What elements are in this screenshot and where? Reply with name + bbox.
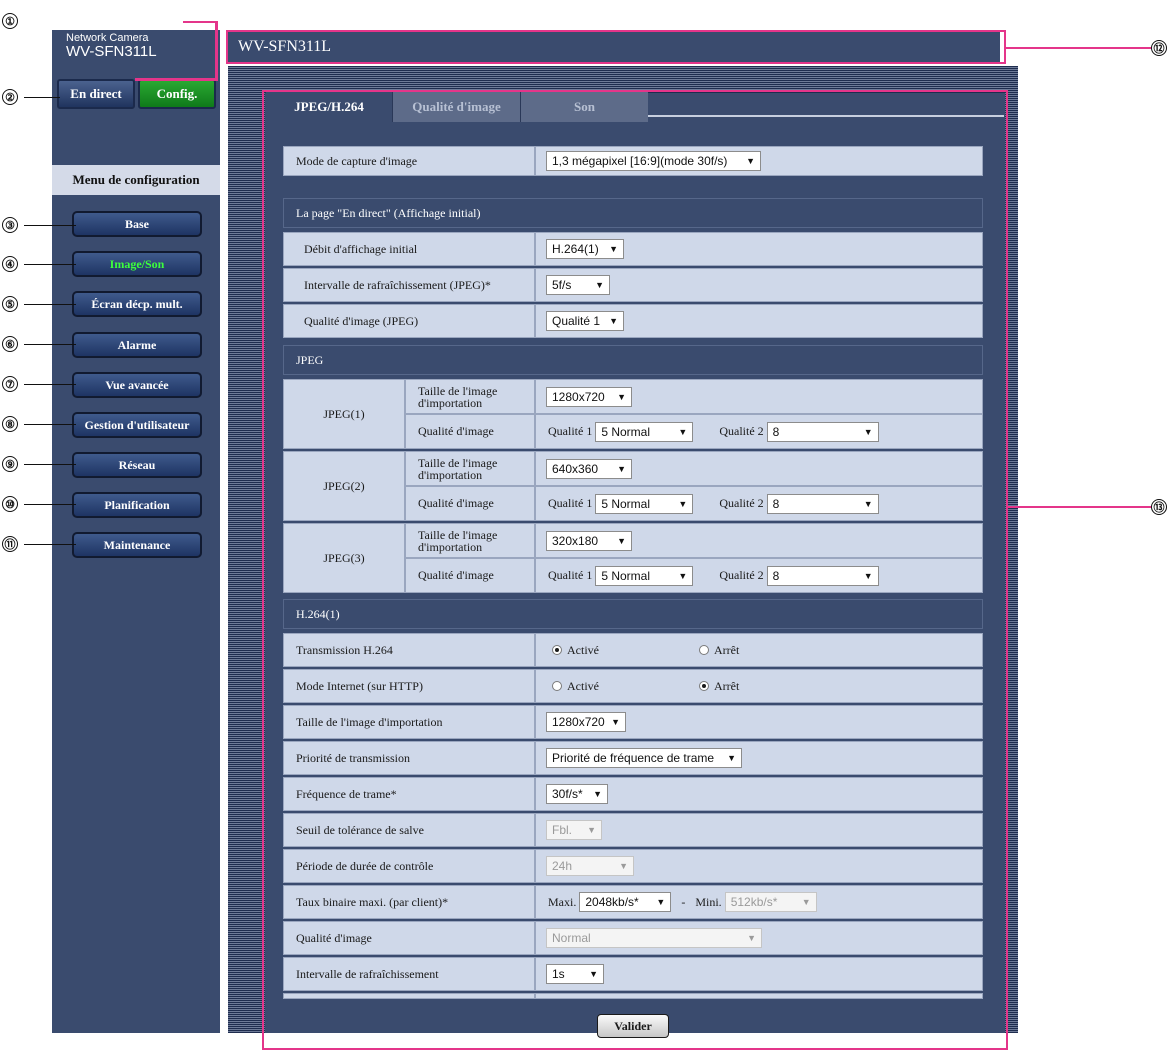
config-underline-highlight [135, 78, 218, 81]
callout-7: ⑦ [2, 376, 18, 392]
callout-10-line [24, 504, 76, 505]
config-button[interactable]: Config. [138, 79, 216, 109]
callout-8-line [24, 424, 76, 425]
callout-11: ⑪ [2, 536, 18, 552]
callout-4-line [24, 264, 76, 265]
menu-schedule-button[interactable]: Planification [72, 492, 202, 518]
menu-multiscreen-button[interactable]: Écran décp. mult. [72, 291, 202, 317]
callout-13-line [1008, 506, 1151, 508]
menu-image-son-button[interactable]: Image/Son [72, 251, 202, 277]
callout-8: ⑧ [2, 416, 18, 432]
callout-3: ③ [2, 217, 18, 233]
callout-6: ⑥ [2, 336, 18, 352]
callout-4: ④ [2, 256, 18, 272]
callout-9-line [24, 464, 76, 465]
brand-model: WV-SFN311L [66, 43, 157, 60]
callout-7-line [24, 384, 76, 385]
menu-title: Menu de configuration [52, 165, 220, 195]
live-button[interactable]: En direct [57, 79, 135, 109]
callout-10: ⑩ [2, 496, 18, 512]
menu-maintenance-button[interactable]: Maintenance [72, 532, 202, 558]
brand: Network Camera WV-SFN311L [52, 30, 220, 64]
callout-12-line [1006, 47, 1151, 49]
callout-9: ⑨ [2, 456, 18, 472]
callout-13: ⑬ [1151, 499, 1167, 515]
content-highlight-box [262, 90, 1008, 1050]
header-highlight-box [226, 30, 1006, 64]
callout-6-line [24, 344, 76, 345]
menu-user-management-button[interactable]: Gestion d'utilisateur [72, 412, 202, 438]
menu-network-button[interactable]: Réseau [72, 452, 202, 478]
callout-1-pointer [215, 22, 218, 80]
callout-2: ② [2, 89, 18, 105]
callout-3-line [24, 225, 76, 226]
callout-1: ① [2, 13, 18, 29]
menu-alarm-button[interactable]: Alarme [72, 332, 202, 358]
callout-1-connector [183, 21, 218, 23]
callout-12: ⑫ [1151, 40, 1167, 56]
menu-advanced-view-button[interactable]: Vue avancée [72, 372, 202, 398]
callout-5: ⑤ [2, 296, 18, 312]
callout-11-line [24, 544, 76, 545]
sidebar: Network Camera WV-SFN311L En direct Conf… [52, 30, 220, 1033]
callout-2-line [24, 97, 60, 98]
menu-base-button[interactable]: Base [72, 211, 202, 237]
callout-5-line [24, 304, 76, 305]
